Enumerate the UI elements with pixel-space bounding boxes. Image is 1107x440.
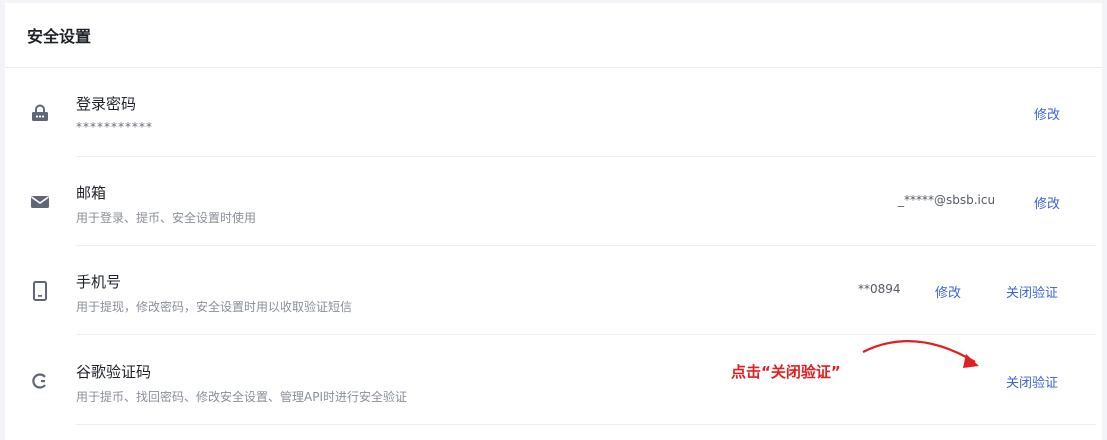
section-title: 安全设置: [5, 3, 1102, 68]
divider: [76, 424, 1096, 425]
row-title: 登录密码: [76, 95, 137, 113]
row-email: 邮箱 用于登录、提币、安全设置时使用 _*****@sbsb.icu 修改: [5, 157, 1102, 246]
row-description: 用于提现，修改密码，安全设置时用以收取验证短信: [76, 300, 353, 314]
phone-value: **0894: [858, 282, 901, 296]
row-title: 手机号: [76, 273, 122, 291]
disable-phone-verification-button[interactable]: 关闭验证: [1006, 282, 1058, 301]
disable-google-verification-button[interactable]: 关闭验证: [1006, 372, 1058, 391]
row-description: 用于登录、提币、安全设置时使用: [76, 211, 257, 225]
phone-icon: [29, 280, 51, 302]
lock-icon: [29, 102, 51, 124]
mail-icon: [29, 191, 51, 213]
row-login-password: 登录密码 *********** 修改: [5, 68, 1102, 157]
row-phone: 手机号 用于提现，修改密码，安全设置时用以收取验证短信 **0894 修改 关闭…: [5, 246, 1102, 335]
modify-email-button[interactable]: 修改: [1034, 193, 1060, 212]
row-description: 用于提币、找回密码、修改安全设置、管理API时进行安全验证: [76, 390, 407, 404]
password-mask: ***********: [76, 120, 153, 134]
annotation-arrow-icon: [862, 339, 979, 368]
modify-password-button[interactable]: 修改: [1034, 104, 1060, 123]
row-title: 邮箱: [76, 184, 107, 202]
google-authenticator-icon: [29, 370, 51, 392]
row-title: 谷歌验证码: [76, 363, 152, 381]
modify-phone-button[interactable]: 修改: [935, 282, 961, 301]
email-value: _*****@sbsb.icu: [898, 193, 996, 207]
instruction-annotation: 点击“关闭验证”: [731, 363, 841, 381]
